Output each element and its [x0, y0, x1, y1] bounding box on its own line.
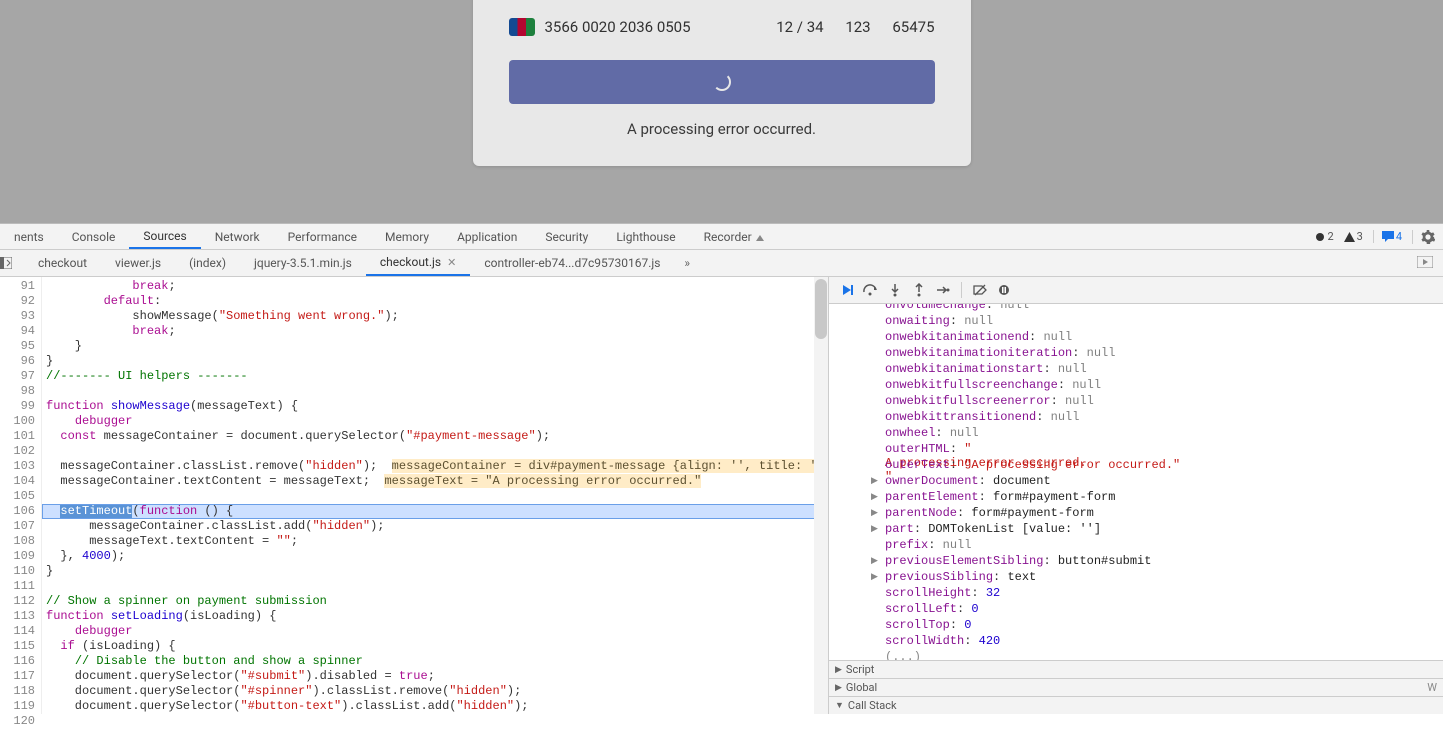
step-into-button[interactable]: [885, 280, 905, 300]
section-call-stack[interactable]: ▼Call Stack: [829, 696, 1443, 714]
tab-sources[interactable]: Sources: [129, 224, 200, 249]
section-global[interactable]: ▶GlobalW: [829, 678, 1443, 696]
close-icon[interactable]: ✕: [447, 256, 456, 269]
card-number[interactable]: 3566 0020 2036 0505: [545, 18, 691, 36]
section-script[interactable]: ▶Script: [829, 660, 1443, 678]
scope-variables[interactable]: onvolumechange: nullonwaiting: nullonweb…: [829, 304, 1443, 660]
submit-button[interactable]: [509, 60, 935, 104]
source-tab-viewer[interactable]: viewer.js: [101, 250, 175, 276]
editor-scrollbar[interactable]: [814, 277, 828, 714]
line-gutter: 9192939495969798991001011021031041051061…: [0, 277, 42, 714]
tab-application[interactable]: Application: [443, 224, 531, 249]
devtools-tab-bar: nents Console Sources Network Performanc…: [0, 223, 1443, 250]
more-tabs-button[interactable]: »: [674, 256, 700, 270]
tab-performance[interactable]: Performance: [274, 224, 371, 249]
toggle-screencast-button[interactable]: [1417, 256, 1435, 270]
tab-memory[interactable]: Memory: [371, 224, 443, 249]
settings-button[interactable]: [1412, 230, 1435, 244]
spinner-icon: [713, 73, 731, 91]
tab-network[interactable]: Network: [201, 224, 274, 249]
resume-button[interactable]: [837, 280, 857, 300]
source-tab-checkoutjs[interactable]: checkout.js✕: [366, 250, 470, 276]
payment-message: A processing error occurred.: [627, 120, 816, 138]
source-tab-jquery[interactable]: jquery-3.5.1.min.js: [240, 250, 366, 276]
step-over-button[interactable]: [861, 280, 881, 300]
message-count[interactable]: 4: [1373, 230, 1402, 243]
source-tab-checkout[interactable]: checkout: [24, 250, 101, 276]
deactivate-breakpoints-button[interactable]: [970, 280, 990, 300]
code-content[interactable]: break; default: showMessage("Something w…: [42, 277, 828, 714]
tab-recorder[interactable]: Recorder: [690, 224, 779, 249]
step-out-button[interactable]: [909, 280, 929, 300]
card-details-row: 3566 0020 2036 0505 12 / 34 123 65475: [509, 18, 935, 36]
card-expiry[interactable]: 12 / 34: [776, 18, 823, 36]
card-cvc[interactable]: 123: [845, 18, 870, 36]
debugger-toolbar: [829, 277, 1443, 304]
tab-elements[interactable]: nents: [0, 224, 58, 249]
step-button[interactable]: [933, 280, 953, 300]
warning-count[interactable]: 3: [1344, 230, 1363, 243]
source-tab-index[interactable]: (index): [175, 250, 240, 276]
payment-card: 3566 0020 2036 0505 12 / 34 123 65475 A …: [473, 0, 971, 166]
page-viewport: 3566 0020 2036 0505 12 / 34 123 65475 A …: [0, 0, 1443, 223]
tab-security[interactable]: Security: [531, 224, 602, 249]
tab-lighthouse[interactable]: Lighthouse: [602, 224, 689, 249]
breakpoint-count[interactable]: 2: [1315, 230, 1333, 243]
source-tab-controller[interactable]: controller-eb74...d7c95730167.js: [470, 250, 674, 276]
debugger-panel: onvolumechange: nullonwaiting: nullonweb…: [829, 277, 1443, 714]
tab-console[interactable]: Console: [58, 224, 130, 249]
jcb-icon: [509, 18, 535, 36]
code-editor[interactable]: 9192939495969798991001011021031041051061…: [0, 277, 829, 714]
pause-on-exceptions-button[interactable]: [994, 280, 1014, 300]
source-tab-bar: checkout viewer.js (index) jquery-3.5.1.…: [0, 250, 1443, 277]
show-navigator-button[interactable]: [0, 257, 24, 269]
card-zip[interactable]: 65475: [892, 18, 934, 36]
